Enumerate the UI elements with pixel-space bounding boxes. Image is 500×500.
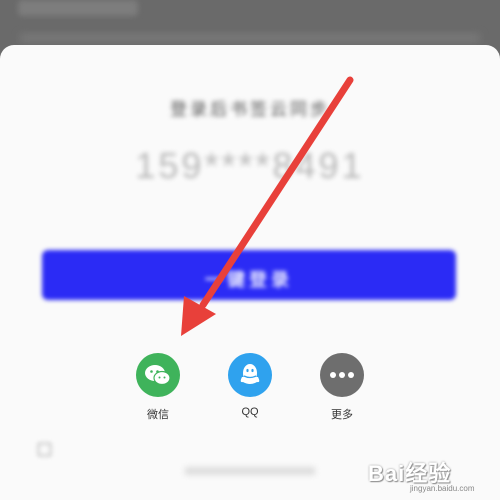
share-label-qq: QQ bbox=[241, 406, 259, 418]
share-label-more: 更多 bbox=[331, 409, 353, 421]
more-icon[interactable] bbox=[320, 353, 364, 397]
share-option-more[interactable]: 更多 bbox=[307, 353, 377, 422]
wechat-icon[interactable] bbox=[136, 353, 180, 397]
login-bottom-sheet: 登录后书签云同步 159****8491 一键登录 微信 QQ 更多 bbox=[0, 45, 500, 500]
one-click-login-button[interactable]: 一键登录 bbox=[42, 250, 456, 300]
share-option-wechat[interactable]: 微信 bbox=[123, 353, 193, 422]
login-button-label: 一键登录 bbox=[205, 270, 293, 290]
phone-number: 159****8491 bbox=[135, 145, 365, 186]
watermark-url: jingyan.baidu.com bbox=[410, 484, 475, 493]
qq-icon[interactable] bbox=[228, 353, 272, 397]
blurred-header-text bbox=[18, 0, 138, 16]
login-title: 登录后书签云同步 bbox=[170, 100, 330, 119]
agreement-text-line-2 bbox=[185, 467, 315, 475]
agreement-row bbox=[38, 443, 458, 457]
share-option-qq[interactable]: QQ bbox=[215, 353, 285, 418]
agreement-checkbox[interactable] bbox=[38, 443, 51, 456]
share-label-wechat: 微信 bbox=[147, 409, 169, 421]
blurred-header-line bbox=[20, 34, 480, 42]
